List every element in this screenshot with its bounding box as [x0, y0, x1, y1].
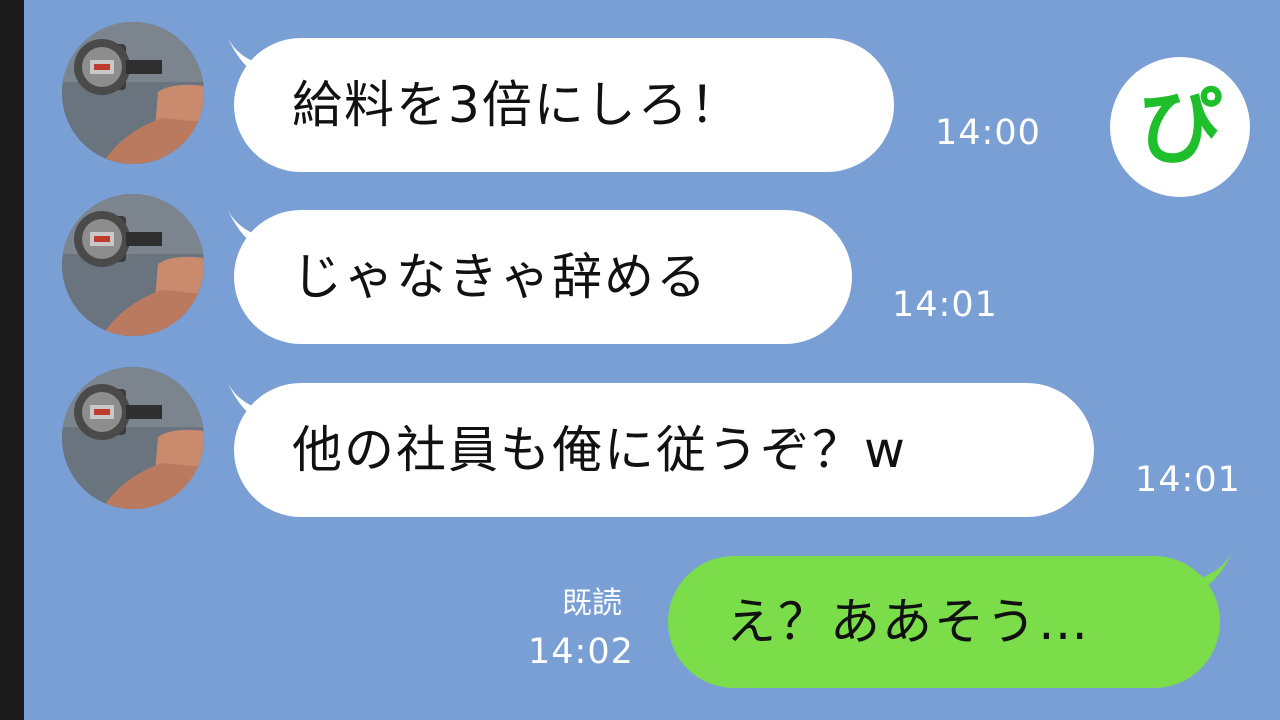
logo-glyph: ぴ [1137, 78, 1222, 176]
message-text: え？ああそう… [726, 593, 1090, 651]
message-text: 他の社員も俺に従うぞ？w [292, 421, 907, 479]
dumbbell-avatar-icon [62, 22, 204, 164]
incoming-message-bubble[interactable]: 他の社員も俺に従うぞ？w [234, 383, 1094, 517]
message-timestamp: 14:02 [528, 632, 634, 672]
message-timestamp: 14:00 [935, 113, 1041, 153]
incoming-message-bubble[interactable]: 給料を3倍にしろ！ [234, 38, 894, 172]
message-timestamp: 14:01 [892, 285, 998, 325]
sender-avatar[interactable] [62, 22, 204, 164]
read-receipt-label: 既読 [562, 586, 622, 621]
sender-avatar[interactable] [62, 194, 204, 336]
outgoing-message-bubble[interactable]: え？ああそう… [668, 556, 1220, 688]
message-timestamp: 14:01 [1135, 460, 1241, 500]
incoming-message-bubble[interactable]: じゃなきゃ辞める [234, 210, 852, 344]
device-bezel [0, 0, 24, 720]
brand-logo: ぴ [1110, 57, 1250, 197]
sender-avatar[interactable] [62, 367, 204, 509]
message-text: じゃなきゃ辞める [292, 248, 708, 306]
dumbbell-avatar-icon [62, 367, 204, 509]
message-text: 給料を3倍にしろ！ [292, 76, 742, 134]
dumbbell-avatar-icon [62, 194, 204, 336]
